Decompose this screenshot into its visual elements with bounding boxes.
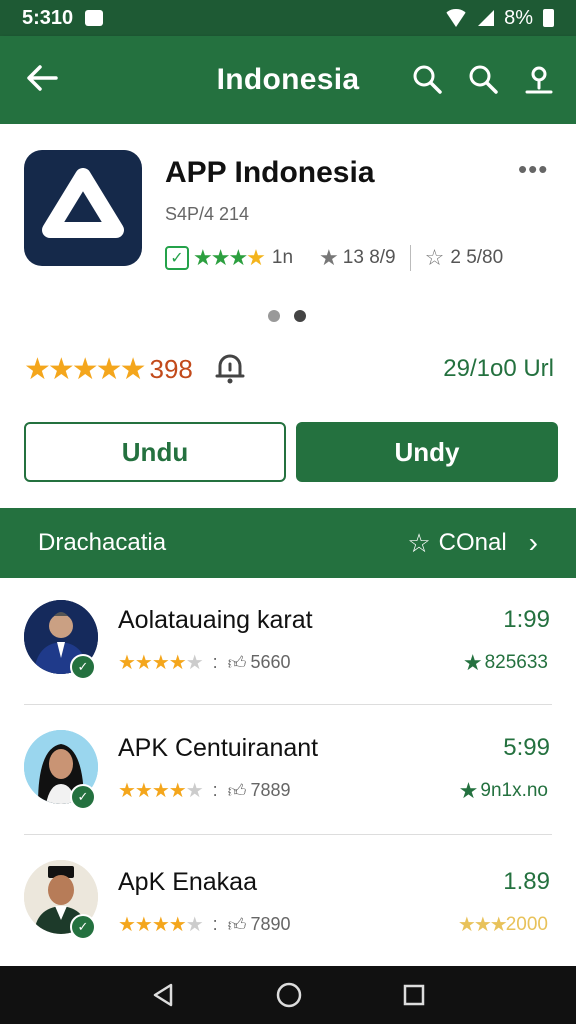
meta-rating: 13 8/9	[342, 247, 396, 268]
green-stars-icon: ★★★	[193, 245, 248, 270]
primary-download-button[interactable]: Undy	[296, 422, 558, 482]
status-icons: 8%	[444, 7, 554, 30]
meta-count: 1n	[271, 247, 294, 268]
rating-stars-icon: ★★★★★	[24, 352, 146, 386]
nav-back-icon[interactable]	[149, 981, 177, 1009]
app-name: APP Indonesia	[165, 156, 375, 189]
divider	[24, 704, 552, 705]
section-title: Drachacatia	[38, 529, 167, 556]
carousel-dots	[268, 310, 306, 322]
item-score-value: 825633	[484, 652, 548, 673]
app-logo-mark-icon	[42, 168, 124, 238]
faded-stars-icon: ★★★	[457, 914, 508, 936]
star-outline-icon: ☆	[424, 245, 445, 270]
section-action-label: COnal	[438, 529, 507, 556]
list-item[interactable]: ✓ Aolatauaing karat 1:99 ★★★★★ : 👍︎ 5660…	[0, 578, 576, 706]
divider	[24, 834, 552, 835]
app-subtext: S4P/4 214	[165, 204, 250, 224]
nav-home-icon[interactable]	[274, 980, 304, 1010]
person-icon[interactable]	[522, 62, 556, 96]
item-meta: ★★★★★ : 👍︎ 7889	[118, 780, 291, 802]
item-score-value: 9n1x.no	[480, 780, 548, 801]
nav-recent-apps-icon[interactable]	[401, 982, 427, 1008]
list-item[interactable]: ✓ APK Centuiranant 5:99 ★★★★★ : 👍︎ 7889 …	[0, 706, 576, 834]
item-meta: ★★★★★ : 👍︎ 5660	[118, 652, 291, 674]
section-action[interactable]: ☆ COnal ›	[407, 527, 538, 559]
item-stars-icon: ★★★★★	[118, 652, 204, 674]
wifi-icon	[444, 9, 469, 27]
rating-row: ★★★★★ 398 29/1o0 Url	[24, 349, 554, 389]
bell-icon[interactable]	[213, 352, 247, 386]
app-logo	[24, 150, 142, 266]
item-name: Aolatauaing karat	[118, 606, 313, 634]
item-stars-icon: ★★★★★	[118, 780, 204, 802]
item-price: 1:99	[503, 606, 550, 633]
item-score: ★★★ 2000	[458, 912, 548, 937]
meta-separator	[409, 245, 411, 271]
thumb-up-icon: 👍︎	[227, 914, 247, 935]
secondary-download-button[interactable]: Undu	[24, 422, 286, 482]
carousel-dot[interactable]	[268, 310, 280, 322]
item-reviews: 5660	[250, 652, 291, 672]
search-icon-secondary[interactable]	[466, 62, 500, 96]
downloads-count: 29/1o0 Url	[443, 355, 554, 382]
app-bar: Indonesia	[0, 36, 576, 124]
more-options-icon[interactable]: •••	[518, 154, 548, 185]
verified-check-icon: ✓	[165, 246, 189, 270]
item-price: 5:99	[503, 734, 550, 761]
verified-badge-icon: ✓	[70, 784, 96, 810]
status-time: 5:310	[22, 6, 74, 29]
list-item[interactable]: ✓ ApK Enakaa 1.89 ★★★★★ : 👍︎ 7890 ★★★ 20…	[0, 836, 576, 964]
battery-percent: 8%	[504, 6, 533, 29]
item-score: ★ 9n1x.no	[459, 778, 548, 804]
carousel-dot-active[interactable]	[294, 310, 306, 322]
item-stars-icon: ★★★★★	[118, 914, 204, 936]
search-icon[interactable]	[410, 62, 444, 96]
signal-icon	[478, 10, 495, 26]
section-header: Drachacatia ☆ COnal ›	[0, 508, 576, 578]
star-outline-icon: ☆	[407, 527, 431, 558]
item-name: APK Centuiranant	[118, 734, 319, 762]
green-star-icon: ★	[462, 650, 483, 675]
battery-icon	[543, 9, 554, 27]
status-bar: 5:310 8%	[0, 0, 576, 36]
item-meta: ★★★★★ : 👍︎ 7890	[118, 914, 291, 936]
star-icon: ★	[319, 245, 339, 270]
item-reviews: 7890	[250, 914, 291, 934]
item-name: ApK Enakaa	[118, 868, 257, 896]
green-star-icon: ★	[458, 778, 479, 803]
rating-value: 398	[149, 353, 193, 384]
verified-badge-icon: ✓	[70, 914, 96, 940]
chevron-right-icon: ›	[528, 527, 538, 558]
item-score: ★ 825633	[463, 650, 548, 676]
yellow-star-icon: ★	[246, 245, 266, 270]
notification-icon	[85, 10, 104, 26]
verified-badge-icon: ✓	[70, 654, 96, 680]
app-header: APP Indonesia ••• S4P/4 214 ✓ ★★★ ★ 1n ★…	[0, 124, 576, 508]
system-nav-bar	[0, 966, 576, 1024]
item-reviews: 7889	[250, 780, 291, 800]
meta-reviews: 2 5/80	[450, 247, 504, 268]
thumb-up-icon: 👍︎	[227, 652, 247, 673]
item-price: 1.89	[503, 868, 550, 895]
app-list: ✓ Aolatauaing karat 1:99 ★★★★★ : 👍︎ 5660…	[0, 578, 576, 966]
thumb-up-icon: 👍︎	[227, 780, 247, 801]
item-score-value: 2000	[505, 913, 548, 935]
app-meta-line: ✓ ★★★ ★ 1n ★ 13 8/9 ☆ 2 5/80	[165, 244, 503, 272]
